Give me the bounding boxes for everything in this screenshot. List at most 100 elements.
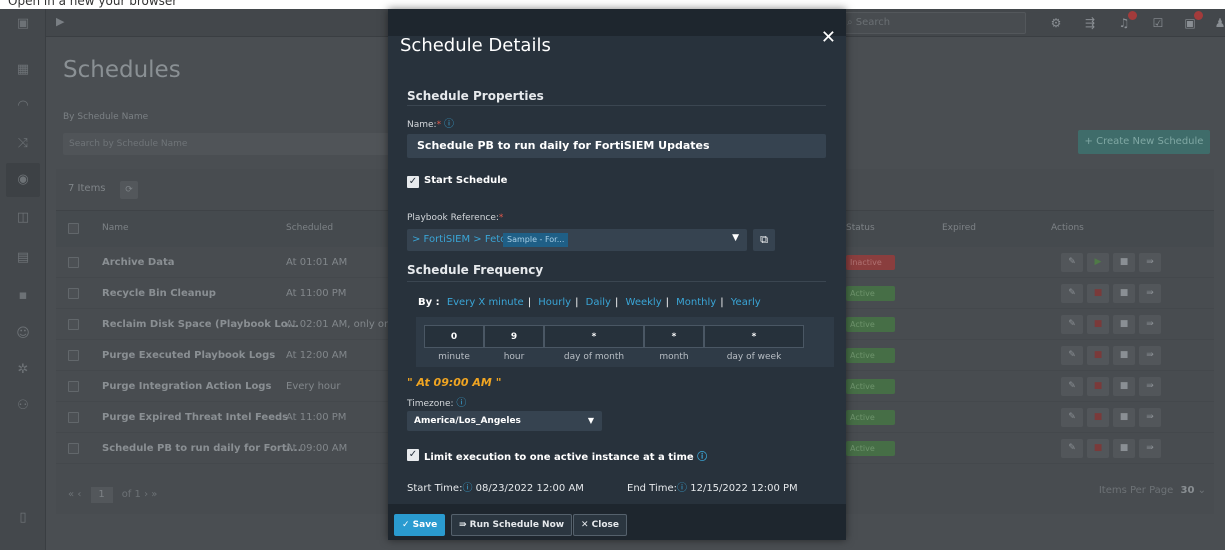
run-now-icon[interactable]: ⇛ (1139, 439, 1161, 458)
freq-weekly[interactable]: Weekly (626, 297, 662, 308)
freq-monthly[interactable]: Monthly (676, 297, 716, 308)
shuffle-icon[interactable]: ⤨ (14, 135, 32, 153)
timezone-select[interactable]: America/Los_Angeles ▼ (407, 411, 602, 431)
row-name[interactable]: Purge Executed Playbook Logs (102, 350, 275, 361)
trash-icon[interactable]: ■ (1113, 377, 1135, 396)
freq-hourly[interactable]: Hourly (538, 297, 571, 308)
info-icon[interactable]: ⓘ (697, 452, 707, 463)
run-now-icon[interactable]: ⇛ (1139, 315, 1161, 334)
edit-icon[interactable]: ✎ (1061, 315, 1083, 334)
info-icon[interactable]: ⓘ (677, 483, 687, 494)
trash-icon[interactable]: ■ (1113, 284, 1135, 303)
app-logo-icon[interactable]: ▣ (14, 15, 32, 33)
bell-icon[interactable]: ♫ (1116, 11, 1137, 31)
row-checkbox[interactable] (68, 350, 79, 361)
info-icon[interactable]: ⓘ (456, 398, 466, 409)
close-icon[interactable]: ✕ (821, 27, 836, 48)
schedule-name-field[interactable]: Schedule PB to run daily for FortiSIEM U… (407, 134, 826, 158)
modules-icon[interactable]: ◫ (14, 209, 32, 227)
page-number[interactable]: 1 (90, 487, 113, 503)
edit-icon[interactable]: ✎ (1061, 253, 1083, 272)
next-page-icon[interactable]: › (144, 489, 148, 500)
chevron-down-icon[interactable]: ▼ (588, 411, 594, 431)
trash-icon[interactable]: ■ (1113, 346, 1135, 365)
apps-icon[interactable]: ▪ (14, 287, 32, 305)
row-name[interactable]: Recycle Bin Cleanup (102, 288, 216, 299)
speed-icon[interactable]: ◠ (14, 97, 32, 115)
playbook-reference-select[interactable]: > FortiSIEM > Fetch Sample - For... ▼ (407, 229, 747, 251)
start-schedule-checkbox[interactable]: ✓ (407, 176, 419, 188)
freq-daily[interactable]: Daily (586, 297, 611, 308)
trash-icon[interactable]: ■ (1113, 253, 1135, 272)
settings-wheel-icon[interactable]: ✲ (14, 361, 32, 379)
row-checkbox[interactable] (68, 443, 79, 454)
refresh-icon[interactable]: ⟳ (120, 181, 138, 199)
queue-icon[interactable]: ▣ (1182, 11, 1203, 31)
row-checkbox[interactable] (68, 381, 79, 392)
run-schedule-now-button[interactable]: ⇛ Run Schedule Now (451, 514, 573, 536)
run-now-icon[interactable]: ⇛ (1139, 253, 1161, 272)
start-time-value[interactable]: 08/23/2022 12:00 AM (476, 483, 584, 494)
select-all-checkbox[interactable] (68, 223, 79, 234)
last-page-icon[interactable]: » (151, 489, 157, 500)
cron-month-field[interactable]: * (644, 325, 704, 348)
stop-icon[interactable]: ■ (1087, 408, 1109, 427)
run-now-icon[interactable]: ⇛ (1139, 408, 1161, 427)
edit-icon[interactable]: ✎ (1061, 284, 1083, 303)
row-name[interactable]: Schedule PB to run daily for Forti... (102, 443, 301, 454)
people-icon[interactable]: ⚇ (14, 397, 32, 415)
stop-icon[interactable]: ■ (1087, 377, 1109, 396)
cron-hour-field[interactable]: 9 (484, 325, 544, 348)
prev-page-icon[interactable]: ‹ (77, 489, 81, 500)
edit-icon[interactable]: ✎ (1061, 408, 1083, 427)
row-name[interactable]: Purge Integration Action Logs (102, 381, 271, 392)
tasks-icon[interactable]: ☑ (1150, 15, 1166, 31)
column-header-name[interactable]: Name (102, 223, 129, 233)
edit-icon[interactable]: ✎ (1061, 377, 1083, 396)
row-checkbox[interactable] (68, 319, 79, 330)
stop-icon[interactable]: ■ (1087, 346, 1109, 365)
save-button[interactable]: ✓ Save (394, 514, 446, 536)
edit-icon[interactable]: ✎ (1061, 346, 1083, 365)
info-icon[interactable]: ⓘ (444, 119, 454, 130)
items-per-page-select[interactable]: 30 (1181, 485, 1195, 496)
share-icon[interactable]: ⇶ (1082, 15, 1098, 31)
cron-minute-field[interactable]: 0 (424, 325, 484, 348)
gear-icon[interactable]: ⚙ (1048, 15, 1064, 31)
cron-day-of-week-field[interactable]: * (704, 325, 804, 348)
stop-icon[interactable]: ■ (1087, 439, 1109, 458)
row-checkbox[interactable] (68, 257, 79, 268)
trash-icon[interactable]: ■ (1113, 408, 1135, 427)
stop-icon[interactable]: ■ (1087, 284, 1109, 303)
cron-day-of-month-field[interactable]: * (544, 325, 644, 348)
trash-icon[interactable]: ■ (1113, 439, 1135, 458)
chevron-down-icon[interactable]: ▼ (732, 233, 739, 243)
reports-icon[interactable]: ▤ (14, 249, 32, 267)
dashboard-icon[interactable]: ▦ (14, 61, 32, 79)
freq-every-x-minute[interactable]: Every X minute (447, 297, 524, 308)
freq-yearly[interactable]: Yearly (731, 297, 761, 308)
create-new-schedule-button[interactable]: + Create New Schedule (1078, 130, 1210, 154)
close-button[interactable]: ✕ Close (573, 514, 628, 536)
external-link-icon[interactable]: ⧉ (753, 229, 775, 251)
run-now-icon[interactable]: ⇛ (1139, 346, 1161, 365)
info-icon[interactable]: ⓘ (462, 483, 472, 494)
column-header-expired[interactable]: Expired (942, 223, 976, 233)
row-name[interactable]: Archive Data (102, 257, 175, 268)
clipboard-icon[interactable]: ▯ (14, 509, 32, 527)
row-name[interactable]: Reclaim Disk Space (Playbook Lo... (102, 319, 299, 330)
row-checkbox[interactable] (68, 412, 79, 423)
global-search-input[interactable]: ⌕ Search (836, 12, 1026, 34)
limit-execution-checkbox[interactable]: ✓ (407, 449, 419, 461)
column-header-status[interactable]: Status (846, 223, 875, 233)
expand-icon[interactable]: ▶ (56, 15, 64, 28)
user-icon[interactable]: ♟ (1212, 15, 1225, 31)
row-checkbox[interactable] (68, 288, 79, 299)
edit-icon[interactable]: ✎ (1061, 439, 1083, 458)
schedule-name-search-input[interactable]: Search by Schedule Name (63, 133, 393, 155)
trash-icon[interactable]: ■ (1113, 315, 1135, 334)
run-now-icon[interactable]: ⇛ (1139, 377, 1161, 396)
users-icon[interactable]: ☺ (14, 325, 32, 343)
column-header-scheduled[interactable]: Scheduled (286, 223, 333, 233)
stop-icon[interactable]: ■ (1087, 315, 1109, 334)
